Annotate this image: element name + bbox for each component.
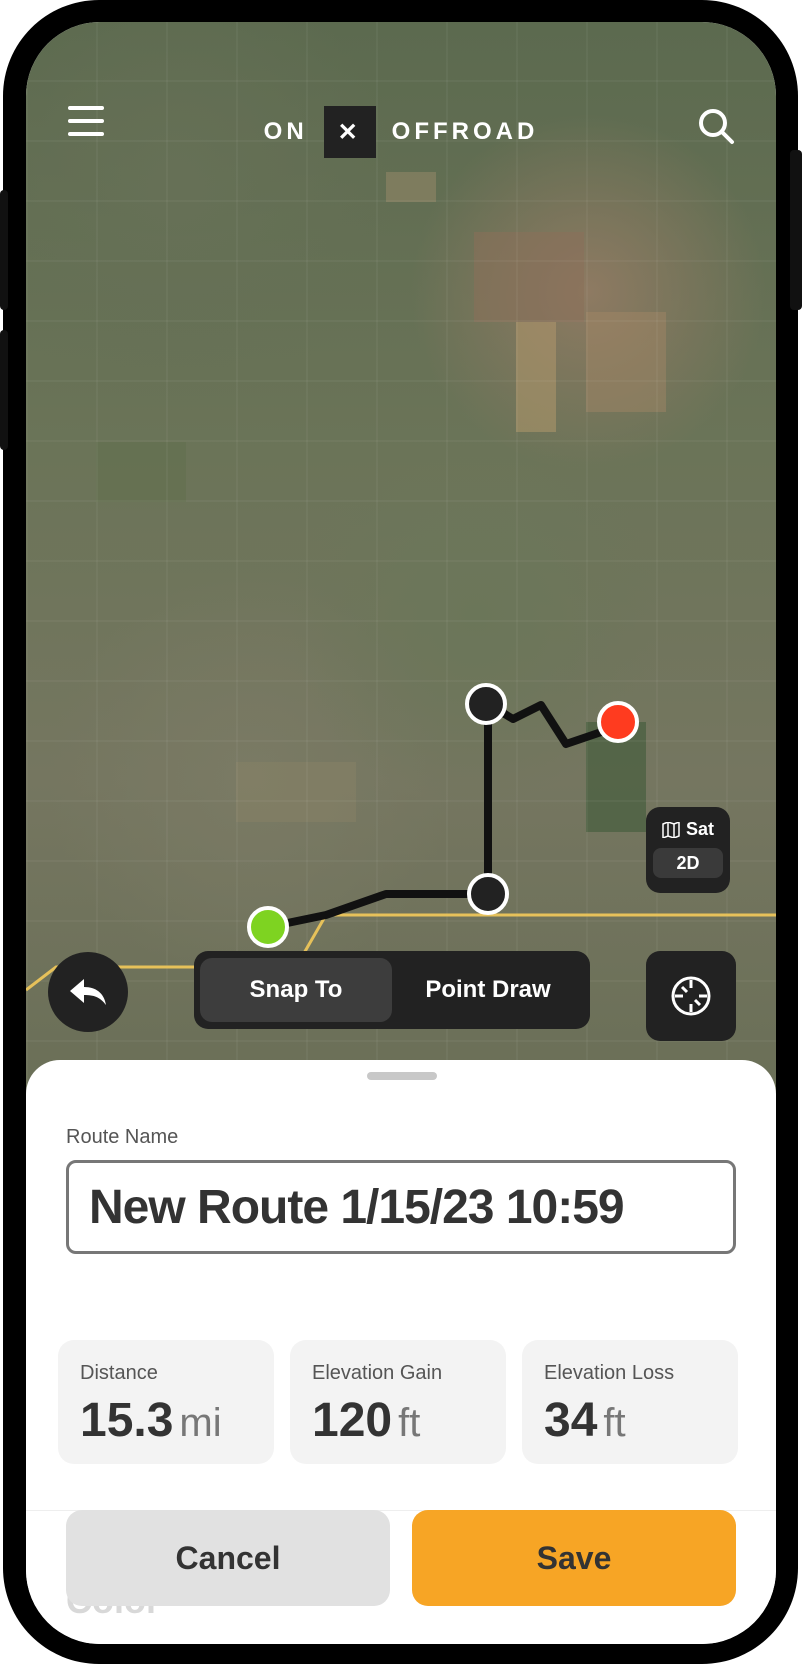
recenter-button[interactable] — [646, 951, 736, 1041]
route-name-label: Route Name — [66, 1126, 179, 1148]
layer-type-label: Sat — [685, 819, 714, 839]
app-logo: ON ✕ OFFROAD — [26, 106, 776, 158]
stat-unit: ft — [603, 1401, 626, 1445]
stat-elevation-loss: Elevation Loss 34 ft — [522, 1340, 738, 1464]
undo-button[interactable] — [48, 952, 128, 1032]
logo-text-right: OFFROAD — [391, 118, 539, 145]
start-marker — [247, 906, 289, 948]
waypoint-marker — [465, 683, 507, 725]
logo-x-icon: ✕ — [323, 106, 376, 158]
route-stats: Distance 15.3 mi Elevation Gain 120 ft Ele… — [58, 1340, 738, 1464]
recenter-icon — [671, 976, 711, 1016]
stat-value: 15.3 mi — [80, 1393, 252, 1448]
stat-unit: ft — [398, 1401, 421, 1445]
side-button — [0, 190, 8, 310]
search-icon[interactable] — [696, 106, 736, 146]
draw-mode-toggle[interactable]: Snap To Point Draw — [194, 951, 590, 1029]
undo-icon — [70, 979, 106, 1005]
route-layer — [26, 683, 776, 992]
stat-distance: Distance 15.3 mi — [58, 1340, 274, 1464]
save-button[interactable]: Save — [412, 1510, 736, 1606]
snap-to-mode[interactable]: Snap To — [200, 958, 392, 1022]
stat-label: Elevation Loss — [544, 1362, 675, 1384]
stat-number: 120 — [312, 1394, 393, 1447]
route-name-input[interactable]: New Route 1/15/23 10:59 — [66, 1160, 736, 1254]
route-bottom-sheet: Route Name New Route 1/15/23 10:59 Dista… — [26, 1060, 776, 1644]
side-button — [0, 330, 8, 450]
stat-number: 15.3 — [80, 1394, 174, 1447]
map-layer-button[interactable]: Sat 2D — [646, 807, 730, 893]
route-line — [267, 700, 618, 931]
cancel-button[interactable]: Cancel — [66, 1510, 390, 1606]
stat-value: 34 ft — [544, 1393, 716, 1448]
map-icon — [662, 821, 680, 838]
stat-label: Elevation Gain — [312, 1362, 443, 1384]
logo-text-left: ON — [263, 118, 308, 145]
stat-unit: mi — [179, 1401, 222, 1445]
view-mode-label[interactable]: 2D — [653, 848, 723, 878]
point-draw-mode[interactable]: Point Draw — [392, 958, 584, 1022]
end-marker — [597, 701, 639, 743]
stat-elevation-gain: Elevation Gain 120 ft — [290, 1340, 506, 1464]
stat-number: 34 — [544, 1394, 598, 1447]
stat-label: Distance — [80, 1362, 158, 1384]
top-bar: ON ✕ OFFROAD — [26, 22, 776, 182]
sheet-drag-handle[interactable] — [367, 1072, 437, 1080]
stat-value: 120 ft — [312, 1393, 484, 1448]
waypoint-marker — [467, 873, 509, 915]
side-button — [790, 150, 802, 310]
app-screen: ON ✕ OFFROAD Sat 2D Snap To Point Draw R… — [26, 22, 776, 1644]
